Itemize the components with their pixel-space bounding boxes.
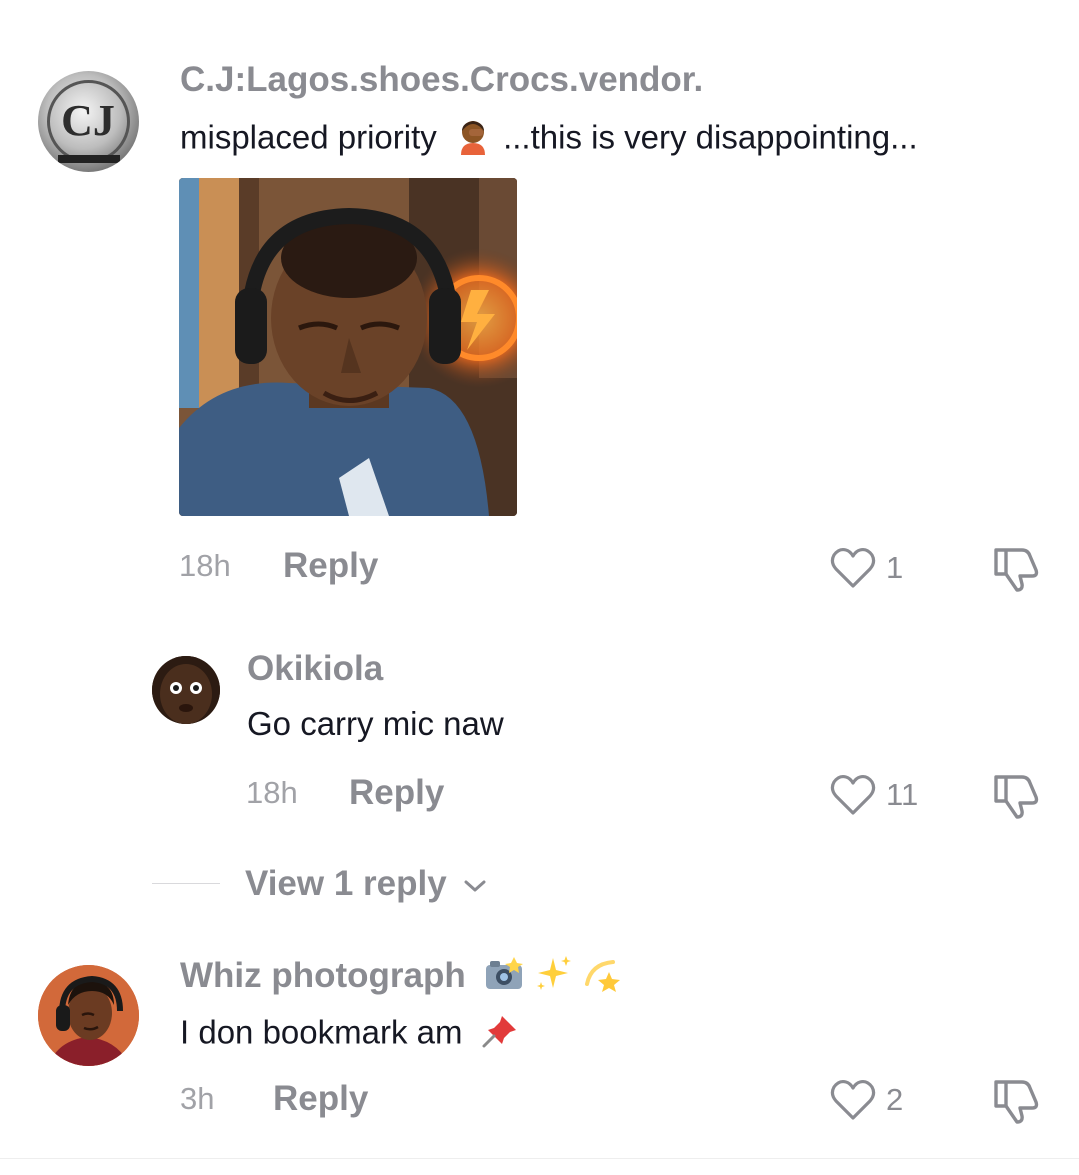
heart-outline-icon	[830, 1079, 876, 1120]
chevron-down-icon	[464, 880, 486, 892]
dislike-button[interactable]	[992, 771, 1042, 819]
reply-button[interactable]: Reply	[273, 1079, 368, 1119]
view-replies-label: View 1 reply	[245, 864, 447, 903]
like-count: 1	[886, 550, 904, 585]
reply-button[interactable]: Reply	[283, 546, 378, 586]
comment-text-end: ...this is very disappointing...	[503, 118, 918, 156]
comment-text: Go carry mic naw	[247, 705, 504, 742]
comment-text: misplaced priority ...this is very disap…	[180, 117, 918, 163]
comment-username[interactable]: C.J:Lagos.shoes.Crocs.vendor.	[180, 60, 703, 100]
dislike-button[interactable]	[992, 1076, 1042, 1124]
camera-flash-emoji	[484, 955, 524, 1000]
like-button[interactable]	[830, 546, 876, 590]
thumbs-down-outline-icon	[994, 548, 1039, 592]
sparkles-emoji	[533, 954, 573, 1001]
person-with-headphones-illustration	[179, 178, 517, 516]
comment-timestamp: 3h	[180, 1081, 215, 1116]
person-with-headphones-avatar	[38, 965, 139, 1066]
like-button[interactable]	[830, 773, 876, 817]
comment-text: I don bookmark am	[180, 1012, 520, 1058]
comment-text-start: misplaced priority	[180, 118, 437, 156]
bottom-divider	[0, 1158, 1079, 1159]
cj-bureau-logo: CJ	[47, 80, 130, 163]
thumbs-down-outline-icon	[994, 1080, 1039, 1124]
heart-outline-icon	[830, 774, 876, 815]
dizzy-emoji	[583, 954, 623, 1001]
comment-username-text: Whiz photograph	[180, 955, 466, 995]
comment-username[interactable]: Okikiola	[247, 649, 383, 689]
svg-text:CJ: CJ	[61, 96, 115, 145]
reply-button[interactable]: Reply	[349, 773, 444, 813]
avatar[interactable]	[38, 965, 139, 1066]
comment-attached-image[interactable]	[179, 178, 517, 516]
comment-timestamp: 18h	[179, 548, 231, 583]
avatar[interactable]: CJ	[38, 71, 139, 172]
heart-outline-icon	[830, 547, 876, 588]
comment-timestamp: 18h	[246, 775, 298, 810]
pushpin-emoji	[480, 1012, 520, 1058]
avatar[interactable]	[152, 656, 220, 724]
like-button[interactable]	[830, 1078, 876, 1122]
replies-divider	[152, 883, 220, 884]
like-count: 11	[886, 777, 919, 812]
like-count: 2	[886, 1082, 904, 1117]
view-replies-button[interactable]: View 1 reply	[245, 864, 488, 904]
comment-text-content: I don bookmark am	[180, 1013, 463, 1051]
dislike-button[interactable]	[992, 544, 1042, 592]
comment-username[interactable]: Whiz photograph	[180, 954, 623, 1001]
thumbs-down-outline-icon	[994, 775, 1039, 819]
surprised-face-avatar	[152, 656, 220, 724]
facepalm-emoji	[454, 117, 492, 163]
